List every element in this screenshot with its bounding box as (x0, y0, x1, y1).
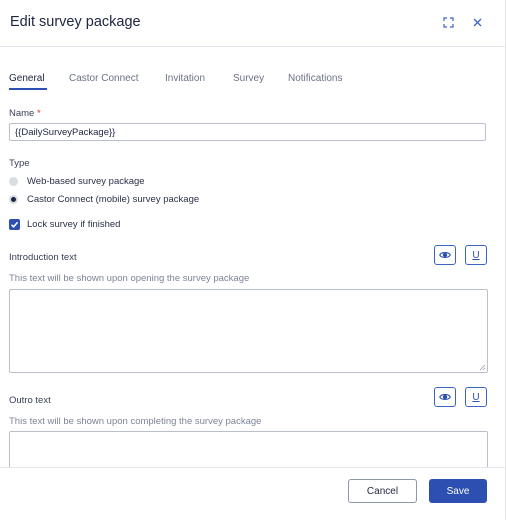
radio-web-based[interactable] (9, 177, 18, 186)
intro-help-text: This text will be shown upon opening the… (9, 273, 250, 284)
outro-help-text: This text will be shown upon completing … (9, 416, 262, 427)
lock-survey-checkbox[interactable] (9, 219, 20, 230)
expand-icon[interactable] (441, 15, 455, 29)
outro-textarea[interactable] (9, 431, 488, 471)
required-mark: * (36, 108, 41, 119)
radio-castor-connect-mobile-label: Castor Connect (mobile) survey package (27, 194, 200, 205)
tab-notifications[interactable]: Notifications (288, 73, 342, 84)
lock-survey-label: Lock survey if finished (27, 219, 121, 230)
eye-icon (439, 394, 451, 400)
name-label-text: Name (9, 108, 35, 119)
tab-castor-connect[interactable]: Castor Connect (69, 73, 138, 84)
active-tab-indicator (9, 88, 47, 90)
outro-preview-button[interactable] (434, 387, 456, 407)
name-input[interactable]: {{DailySurveyPackage}} (9, 123, 486, 141)
intro-preview-button[interactable] (434, 245, 456, 265)
cancel-button[interactable]: Cancel (348, 479, 417, 503)
intro-text-label: Introduction text (9, 252, 77, 263)
tab-general[interactable]: General (9, 73, 45, 84)
type-label: Type (9, 158, 30, 169)
eye-icon (439, 252, 451, 258)
close-icon[interactable] (470, 15, 484, 29)
checkmark-icon (10, 221, 19, 228)
resize-handle-icon (479, 364, 486, 371)
tab-invitation[interactable]: Invitation (165, 73, 205, 84)
outro-underline-button[interactable]: U (465, 387, 487, 407)
dialog-header: Edit survey package (0, 0, 505, 47)
radio-castor-connect-mobile[interactable] (9, 195, 18, 204)
intro-underline-button[interactable]: U (465, 245, 487, 265)
outro-text-label: Outro text (9, 395, 51, 406)
save-button[interactable]: Save (429, 479, 487, 503)
intro-textarea[interactable] (9, 289, 488, 373)
dialog-title: Edit survey package (10, 14, 141, 30)
edit-survey-package-dialog: Edit survey package General Castor Conne… (0, 0, 506, 520)
tab-survey[interactable]: Survey (233, 73, 264, 84)
radio-web-based-label: Web-based survey package (27, 176, 145, 187)
name-label: Name * (9, 108, 41, 119)
